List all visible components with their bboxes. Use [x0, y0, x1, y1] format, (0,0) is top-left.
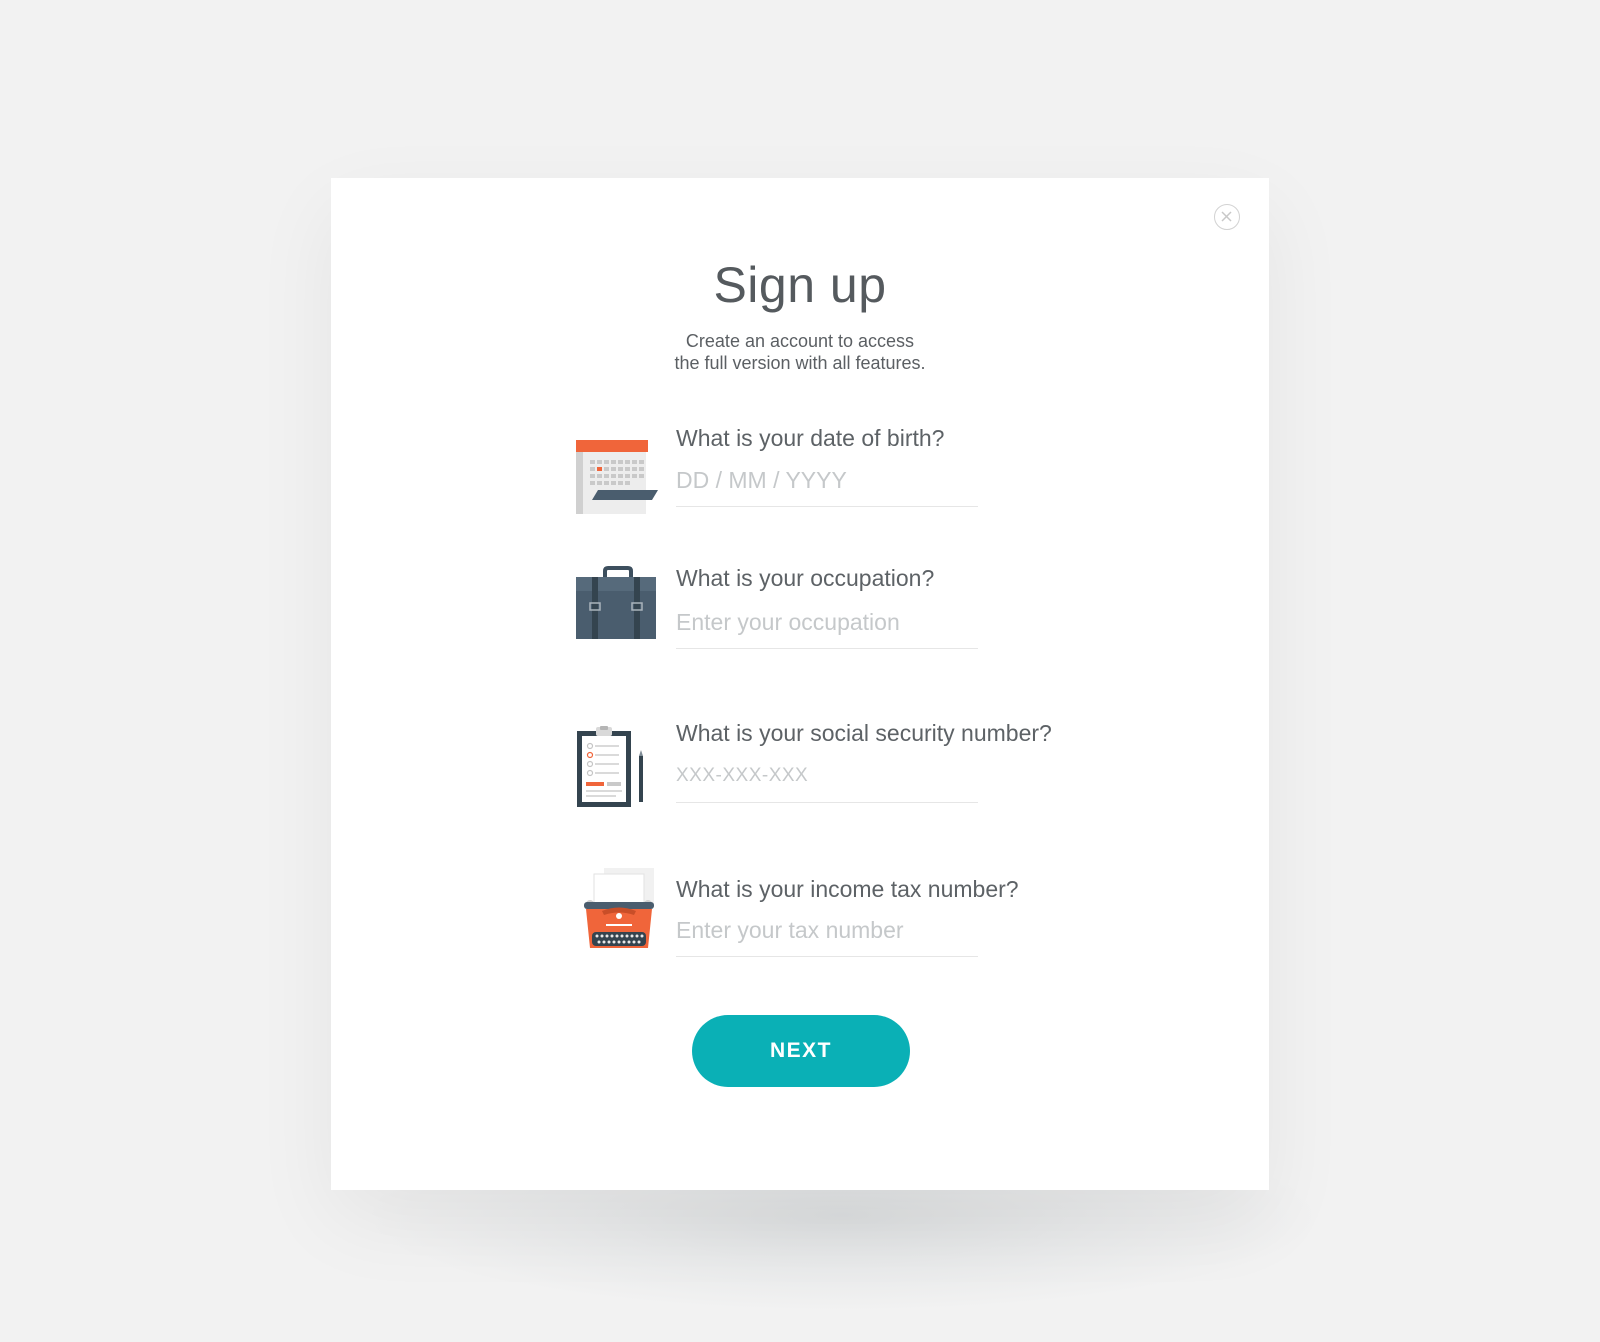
ssn-input[interactable] [676, 758, 978, 803]
occupation-label: What is your occupation? [676, 565, 935, 591]
typewriter-icon [584, 868, 654, 948]
date-of-birth-input[interactable] [676, 462, 978, 507]
next-button[interactable]: NEXT [692, 1015, 910, 1087]
date-of-birth-label: What is your date of birth? [676, 425, 945, 451]
close-button[interactable] [1214, 204, 1240, 230]
clipboard-icon [577, 726, 643, 807]
occupation-input[interactable] [676, 604, 978, 649]
page-title: Sign up [713, 257, 887, 313]
income-tax-input[interactable] [676, 912, 978, 957]
subtitle-line-2: the full version with all features. [674, 353, 926, 373]
calendar-icon [576, 440, 658, 514]
income-tax-label: What is your income tax number? [676, 876, 1019, 902]
signup-modal: Sign up Create an account to access the … [331, 178, 1269, 1190]
subtitle-line-1: Create an account to access [685, 331, 915, 351]
page-subtitle: Create an account to access the full ver… [331, 330, 1269, 374]
briefcase-icon [576, 566, 656, 639]
ssn-label: What is your social security number? [676, 720, 1052, 746]
close-icon [1221, 211, 1232, 222]
